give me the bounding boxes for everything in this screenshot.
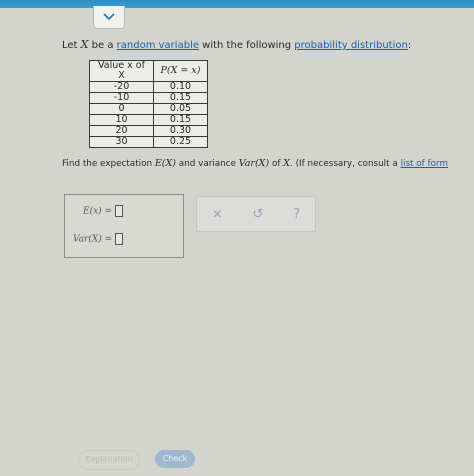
collapse-toggle[interactable] [93,6,125,29]
expectation-answer-row: E(x) = [83,205,124,217]
header-probability: P(X = x) [153,60,208,82]
expectation-label: E(x) = [83,206,113,217]
intro-text: : [407,40,412,51]
question-segment: Find the expectation [62,159,155,169]
value-cell: 20 [89,125,154,137]
intro-text: with the following [198,40,295,51]
probability-table: Value x of X P(X = x) -20 0.10 -10 0.15 0 0.0… [89,60,208,148]
expectation-input[interactable] [115,205,124,217]
variance-symbol: Var(X) [238,158,270,169]
probability-cell: 0.30 [153,125,208,137]
probability-cell: 0.10 [153,81,208,93]
header-value: Value x of X [89,60,154,82]
help-icon[interactable]: ? [293,207,300,222]
probability-cell: 0.25 [153,136,208,148]
probability-distribution-link[interactable]: probability distribution [294,40,408,51]
question-text: Find the expectation E(X) and variance V… [62,158,448,169]
expectation-symbol: E(X) [154,158,176,169]
random-variable-link[interactable]: random variable [117,40,199,51]
table-row: 0 0.05 [89,103,208,115]
value-cell: -20 [89,81,154,93]
table-row: -20 0.10 [89,81,208,93]
intro-text: be a [88,40,117,51]
top-bar [0,0,474,8]
value-cell: 0 [89,103,154,115]
question-segment: and variance [175,159,239,169]
table-row: -10 0.15 [89,92,208,104]
question-segment: . (If necessary, consult a [290,159,401,169]
table-row: 10 0.15 [89,114,208,126]
problem-intro: Let X be a random variable with the foll… [62,38,411,51]
intro-text: Let [62,40,81,51]
question-segment: of [269,159,284,169]
explanation-button[interactable]: Explanation [78,450,140,470]
undo-icon[interactable]: ↺ [253,207,264,222]
clear-icon[interactable]: × [212,207,223,222]
value-cell: -10 [89,92,154,104]
chevron-down-icon [103,13,115,21]
probability-cell: 0.15 [153,114,208,126]
question-variable: X [283,158,290,169]
answer-box: E(x) = Var(X) = [64,194,184,258]
variance-answer-row: Var(X) = [73,233,124,245]
table-row: 20 0.30 [89,125,208,137]
answer-actions: × ↺ ? [196,196,316,232]
variance-label: Var(X) = [73,234,113,245]
intro-variable: X [80,38,89,51]
value-cell: 30 [89,136,154,148]
list-of-formulas-link[interactable]: list of form [401,159,449,169]
probability-cell: 0.05 [153,103,208,115]
table-row: 30 0.25 [89,136,208,148]
probability-cell: 0.15 [153,92,208,104]
value-cell: 10 [89,114,154,126]
check-button[interactable]: Check [155,450,195,468]
variance-input[interactable] [115,233,124,245]
